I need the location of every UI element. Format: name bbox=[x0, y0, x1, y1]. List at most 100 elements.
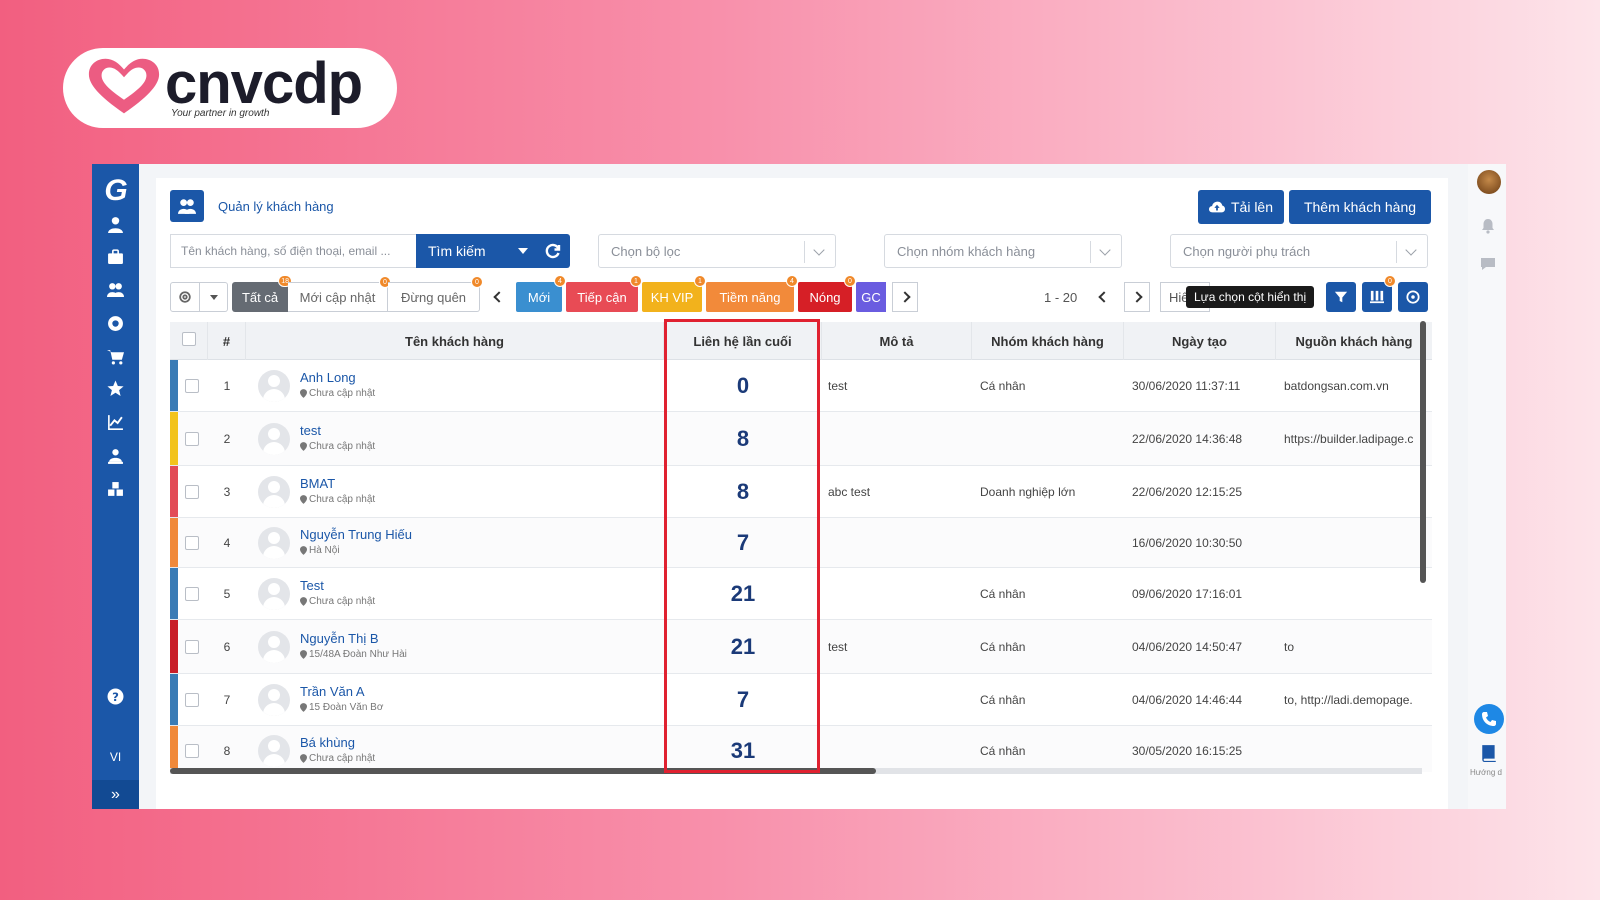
guide-button[interactable] bbox=[1480, 744, 1498, 762]
count-badge: 0 bbox=[844, 275, 856, 287]
app-logo-icon[interactable]: G bbox=[98, 174, 134, 210]
filter-button[interactable] bbox=[1326, 282, 1356, 312]
created-date-cell: 16/06/2020 10:30:50 bbox=[1132, 536, 1243, 550]
tag-filter-more[interactable]: GC bbox=[856, 282, 886, 312]
customer-name-link[interactable]: Bá khùng bbox=[300, 735, 355, 750]
table-row[interactable]: 7 Trần Văn A 15 Đoàn Văn Bơ 7 Cá nhân 04/06/2… bbox=[170, 674, 1432, 726]
column-header-created[interactable]: Ngày tạo bbox=[1124, 322, 1276, 360]
count-badge: 1 bbox=[694, 275, 706, 287]
group-cell: Doanh nghiệp lớn bbox=[980, 485, 1076, 499]
bulk-settings-button[interactable] bbox=[170, 282, 200, 312]
column-header-description[interactable]: Mô tả bbox=[822, 322, 972, 360]
briefcase-icon bbox=[108, 248, 123, 264]
column-header-last-contact[interactable]: Liên hệ lần cuối bbox=[664, 322, 822, 360]
call-button[interactable] bbox=[1474, 704, 1504, 734]
table-row[interactable]: 4 Nguyễn Trung Hiếu Hà Nội 7 16/06/2020 10:3… bbox=[170, 518, 1432, 568]
table-row[interactable]: 1 Anh Long Chưa cập nhật 0 test Cá nhân 30/06/… bbox=[170, 360, 1432, 412]
refresh-button[interactable] bbox=[536, 234, 570, 268]
column-header-source[interactable]: Nguồn khách hàng bbox=[1276, 322, 1432, 360]
upload-label: Tải lên bbox=[1230, 199, 1274, 215]
filter-tab-dont-forget[interactable]: Đừng quên 0 bbox=[388, 276, 483, 312]
tag-filter-vip[interactable]: KH VIP 1 bbox=[642, 275, 706, 312]
horizontal-scrollbar-thumb[interactable] bbox=[170, 768, 876, 774]
filter-tab-recently-updated[interactable]: Mới cập nhật 0 bbox=[288, 276, 391, 312]
user-avatar[interactable] bbox=[1477, 170, 1501, 194]
column-header-name[interactable]: Tên khách hàng bbox=[246, 322, 664, 360]
sidebar-item-reports[interactable] bbox=[92, 410, 139, 434]
table-row[interactable]: 3 BMAT Chưa cập nhật 8 abc test Doanh nghiệp … bbox=[170, 466, 1432, 518]
search-options-dropdown[interactable] bbox=[510, 234, 536, 268]
customer-name-link[interactable]: test bbox=[300, 423, 321, 438]
group-select-placeholder: Chọn nhóm khách hàng bbox=[897, 243, 1036, 259]
tag-filter-potential[interactable]: Tiềm năng 4 bbox=[706, 275, 798, 312]
brand-name: cnvcdp bbox=[165, 50, 363, 116]
row-checkbox[interactable] bbox=[185, 432, 199, 446]
star-icon bbox=[107, 380, 124, 396]
filter-tab-all[interactable]: Tất cả 18 bbox=[232, 275, 292, 312]
sidebar-item-help[interactable]: ? bbox=[92, 684, 139, 708]
sidebar-item-integrations[interactable] bbox=[92, 477, 139, 501]
row-checkbox[interactable] bbox=[185, 744, 199, 758]
customer-name-link[interactable]: Anh Long bbox=[300, 370, 356, 385]
row-checkbox[interactable] bbox=[185, 536, 199, 550]
phone-icon bbox=[1482, 712, 1496, 726]
language-switch[interactable]: VI bbox=[92, 750, 139, 764]
row-status-stripe bbox=[170, 674, 178, 725]
row-status-stripe bbox=[170, 620, 178, 673]
sidebar-item-customers[interactable] bbox=[92, 277, 139, 301]
sidebar-item-orders[interactable] bbox=[92, 344, 139, 368]
upload-button[interactable]: Tải lên bbox=[1198, 190, 1284, 224]
column-header-number[interactable]: # bbox=[208, 322, 246, 360]
bulk-actions-dropdown[interactable] bbox=[200, 282, 228, 312]
row-checkbox[interactable] bbox=[185, 485, 199, 499]
users-icon bbox=[178, 199, 196, 214]
sidebar-item-staff[interactable] bbox=[92, 444, 139, 468]
main-panel: Quản lý khách hàng Tải lên Thêm khách hà… bbox=[156, 178, 1448, 809]
customer-name-link[interactable]: Test bbox=[300, 578, 324, 593]
customer-name-link[interactable]: Nguyễn Trung Hiếu bbox=[300, 527, 412, 542]
table-row[interactable]: 2 test Chưa cập nhật 8 22/06/2020 14:36:48 ht… bbox=[170, 412, 1432, 466]
row-checkbox[interactable] bbox=[185, 379, 199, 393]
sidebar-item-profile[interactable] bbox=[92, 212, 139, 236]
group-cell: Cá nhân bbox=[980, 693, 1026, 707]
sidebar-item-work[interactable] bbox=[92, 244, 139, 268]
select-all-checkbox[interactable] bbox=[181, 332, 196, 346]
chat-button[interactable] bbox=[1480, 256, 1496, 272]
customer-name-link[interactable]: Nguyễn Thị B bbox=[300, 631, 379, 646]
tag-filter-hot[interactable]: Nóng 0 bbox=[798, 275, 856, 312]
row-checkbox[interactable] bbox=[185, 587, 199, 601]
settings-button[interactable] bbox=[1398, 282, 1428, 312]
filter-select[interactable]: Chọn bộ lọc bbox=[598, 234, 836, 268]
count-badge: 1 bbox=[630, 275, 642, 287]
tag-filter-new[interactable]: Mới 4 bbox=[516, 275, 566, 312]
sidebar-item-support[interactable] bbox=[92, 311, 139, 335]
row-checkbox[interactable] bbox=[185, 640, 199, 654]
customer-name-link[interactable]: BMAT bbox=[300, 476, 335, 491]
customer-name-link[interactable]: Trần Văn A bbox=[300, 684, 365, 699]
row-checkbox[interactable] bbox=[185, 693, 199, 707]
column-header-group[interactable]: Nhóm khách hàng bbox=[972, 322, 1124, 360]
previous-page-button[interactable] bbox=[1092, 282, 1116, 312]
search-input[interactable] bbox=[170, 234, 416, 268]
tags-scroll-left[interactable] bbox=[490, 288, 508, 306]
cloud-upload-icon bbox=[1208, 201, 1225, 213]
tag-filter-approach[interactable]: Tiếp cận 1 bbox=[566, 275, 642, 312]
search-button[interactable]: Tìm kiếm bbox=[416, 234, 510, 268]
next-page-button[interactable] bbox=[1124, 282, 1150, 312]
columns-button[interactable]: 0 bbox=[1362, 275, 1396, 312]
avatar bbox=[258, 735, 290, 767]
tags-scroll-right[interactable] bbox=[892, 282, 918, 312]
owner-select[interactable]: Chọn người phụ trách bbox=[1170, 234, 1428, 268]
notification-bell[interactable] bbox=[1480, 218, 1496, 234]
created-date-cell: 04/06/2020 14:50:47 bbox=[1132, 640, 1243, 654]
add-customer-button[interactable]: Thêm khách hàng bbox=[1289, 190, 1431, 224]
sidebar-expand-button[interactable]: » bbox=[92, 780, 139, 809]
last-contact-days: 21 bbox=[730, 634, 756, 659]
table-row[interactable]: 6 Nguyễn Thị B 15/48A Đoàn Như Hài 21 test Cá… bbox=[170, 620, 1432, 674]
sidebar-item-favorites[interactable] bbox=[92, 376, 139, 400]
customer-group-select[interactable]: Chọn nhóm khách hàng bbox=[884, 234, 1122, 268]
vertical-scrollbar[interactable] bbox=[1420, 321, 1426, 583]
table-row[interactable]: 8 Bá khùng Chưa cập nhật 31 Cá nhân 30/05/202… bbox=[170, 726, 1432, 772]
table-row[interactable]: 5 Test Chưa cập nhật 21 Cá nhân 09/06/2020 17… bbox=[170, 568, 1432, 620]
last-contact-days: 21 bbox=[730, 581, 756, 606]
